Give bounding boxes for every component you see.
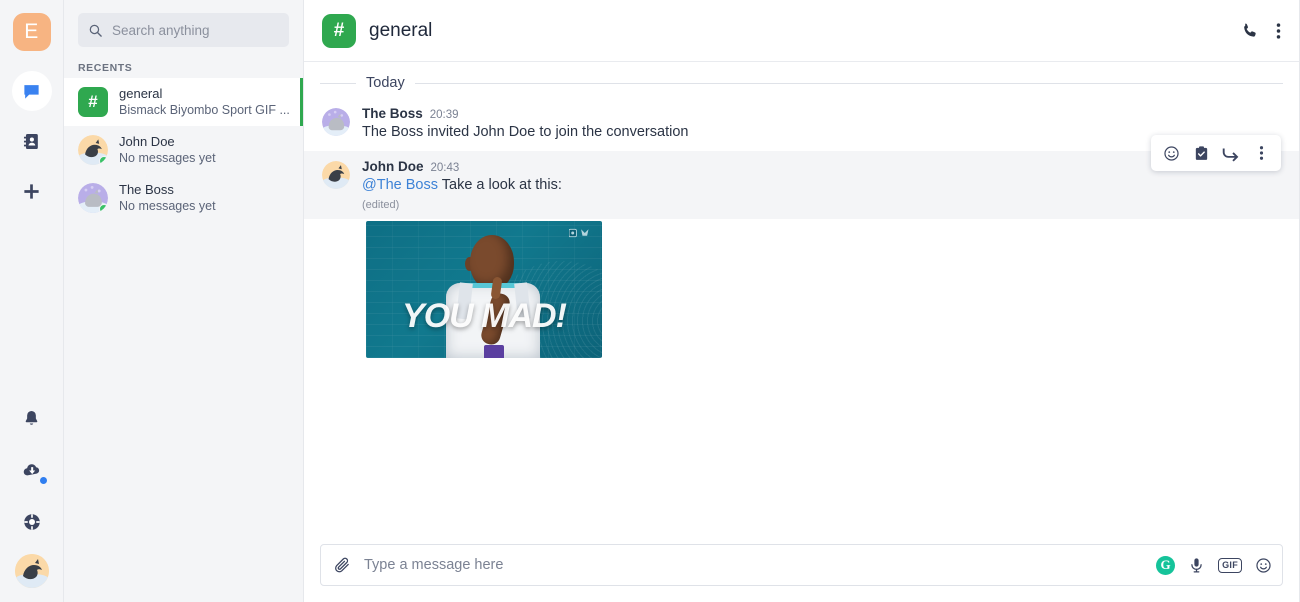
sidebar-item-john-doe[interactable]: John Doe No messages yet bbox=[64, 126, 303, 174]
gif-icon[interactable]: GIF bbox=[1218, 557, 1242, 573]
online-status-dot bbox=[99, 156, 108, 165]
bell-icon bbox=[22, 409, 41, 428]
message-text: @The Boss Take a look at this: bbox=[362, 175, 562, 196]
task-icon[interactable] bbox=[1189, 141, 1213, 165]
rail-secondary-nav bbox=[12, 398, 52, 588]
message-hover-toolbar bbox=[1151, 135, 1281, 171]
rail-item-help[interactable] bbox=[12, 502, 52, 542]
rail-item-contacts[interactable] bbox=[12, 121, 52, 161]
divider-line-left bbox=[320, 82, 356, 84]
reply-icon[interactable] bbox=[1219, 141, 1243, 165]
message-composer[interactable]: G GIF bbox=[320, 544, 1283, 586]
add-icon bbox=[22, 182, 41, 201]
lifebuoy-icon bbox=[22, 512, 42, 532]
rail-item-chat[interactable] bbox=[11, 71, 52, 111]
grammarly-icon[interactable]: G bbox=[1156, 555, 1176, 575]
avatar bbox=[322, 161, 350, 189]
message-header: John Doe 20:43 bbox=[362, 159, 562, 174]
avatar bbox=[78, 183, 108, 213]
emoji-reaction-icon[interactable] bbox=[1159, 141, 1183, 165]
sidebar-item-general[interactable]: # general Bismack Biyombo Sport GIF ... bbox=[64, 78, 303, 126]
chat-header: # general bbox=[304, 0, 1299, 62]
cloud-download-icon bbox=[22, 460, 42, 480]
conversation-text: John Doe No messages yet bbox=[119, 133, 216, 167]
message-text-body: Take a look at this: bbox=[437, 177, 562, 193]
message-row[interactable]: The Boss 20:39 The Boss invited John Doe… bbox=[304, 98, 1299, 151]
composer-actions: G GIF bbox=[1156, 555, 1272, 575]
message-edited-label: (edited) bbox=[362, 199, 400, 211]
gif-attachment[interactable]: YOU MAD! bbox=[366, 221, 602, 358]
gif-caption: YOU MAD! bbox=[402, 297, 567, 335]
rail-primary-nav bbox=[11, 71, 52, 211]
recents-label: RECENTS bbox=[78, 62, 133, 74]
page-title: general bbox=[369, 19, 433, 41]
message-timestamp: 20:43 bbox=[430, 162, 460, 174]
emoji-icon[interactable] bbox=[1255, 557, 1272, 574]
conversation-preview: No messages yet bbox=[119, 151, 216, 165]
conversation-text: general Bismack Biyombo Sport GIF ... bbox=[119, 85, 290, 119]
conversation-preview: Bismack Biyombo Sport GIF ... bbox=[119, 103, 290, 117]
search-icon bbox=[88, 23, 103, 38]
conversation-name: The Boss bbox=[119, 182, 174, 197]
mention-link[interactable]: @The Boss bbox=[362, 177, 438, 193]
search-container bbox=[64, 13, 303, 47]
icon-rail: E bbox=[0, 0, 64, 602]
download-badge bbox=[38, 476, 48, 485]
message-more-icon[interactable] bbox=[1249, 141, 1273, 165]
day-divider: Today bbox=[304, 62, 1299, 98]
message-list: Today The Boss 20:39 The Boss invited Jo… bbox=[304, 62, 1299, 532]
rail-item-notifications[interactable] bbox=[12, 398, 52, 438]
app-root: E Search anything RECENTS # general Bism… bbox=[0, 0, 1300, 602]
message-author: John Doe bbox=[362, 159, 424, 174]
day-label: Today bbox=[366, 75, 405, 91]
conversation-preview: No messages yet bbox=[119, 199, 216, 213]
message-timestamp: 20:39 bbox=[429, 109, 459, 121]
search-input[interactable] bbox=[112, 22, 279, 38]
channel-hash-icon: # bbox=[322, 13, 356, 48]
message-attachment: YOU MAD! bbox=[304, 219, 1299, 368]
avatar bbox=[322, 108, 350, 136]
online-status-dot bbox=[99, 204, 108, 213]
composer-container: G GIF bbox=[304, 532, 1299, 602]
conversation-name: John Doe bbox=[119, 134, 175, 149]
message-author: The Boss bbox=[362, 106, 423, 121]
call-icon[interactable] bbox=[1240, 21, 1260, 41]
channel-hash-icon: # bbox=[78, 87, 108, 117]
search-box[interactable] bbox=[78, 13, 289, 47]
more-options-icon[interactable] bbox=[1276, 21, 1281, 41]
sidebar-item-the-boss[interactable]: The Boss No messages yet bbox=[64, 174, 303, 222]
avatar bbox=[78, 135, 108, 165]
conversation-text: The Boss No messages yet bbox=[119, 181, 216, 215]
chat-icon bbox=[22, 82, 41, 101]
gif-jersey-number bbox=[484, 345, 504, 358]
paperclip-icon[interactable] bbox=[333, 556, 352, 575]
microphone-icon[interactable] bbox=[1188, 557, 1205, 574]
divider-line-right bbox=[414, 82, 1283, 84]
chat-panel: # general Today The Boss 20:39 The Boss … bbox=[304, 0, 1300, 602]
message-text: The Boss invited John Doe to join the co… bbox=[362, 124, 689, 140]
message-body: The Boss 20:39 The Boss invited John Doe… bbox=[362, 106, 688, 143]
rail-item-downloads[interactable] bbox=[12, 450, 52, 490]
gif-watermark bbox=[569, 227, 595, 239]
rail-item-add[interactable] bbox=[12, 171, 52, 211]
message-input[interactable] bbox=[364, 557, 1145, 573]
message-row[interactable]: John Doe 20:43 @The Boss Take a look at … bbox=[304, 135, 1299, 219]
message-header: The Boss 20:39 bbox=[362, 106, 688, 121]
message-body: John Doe 20:43 @The Boss Take a look at … bbox=[362, 159, 562, 211]
header-actions bbox=[1240, 21, 1281, 41]
sidebar: RECENTS # general Bismack Biyombo Sport … bbox=[64, 0, 304, 602]
contacts-icon bbox=[22, 132, 41, 151]
conversation-name: general bbox=[119, 86, 163, 101]
avatar[interactable] bbox=[14, 554, 49, 588]
app-logo[interactable]: E bbox=[12, 13, 51, 51]
